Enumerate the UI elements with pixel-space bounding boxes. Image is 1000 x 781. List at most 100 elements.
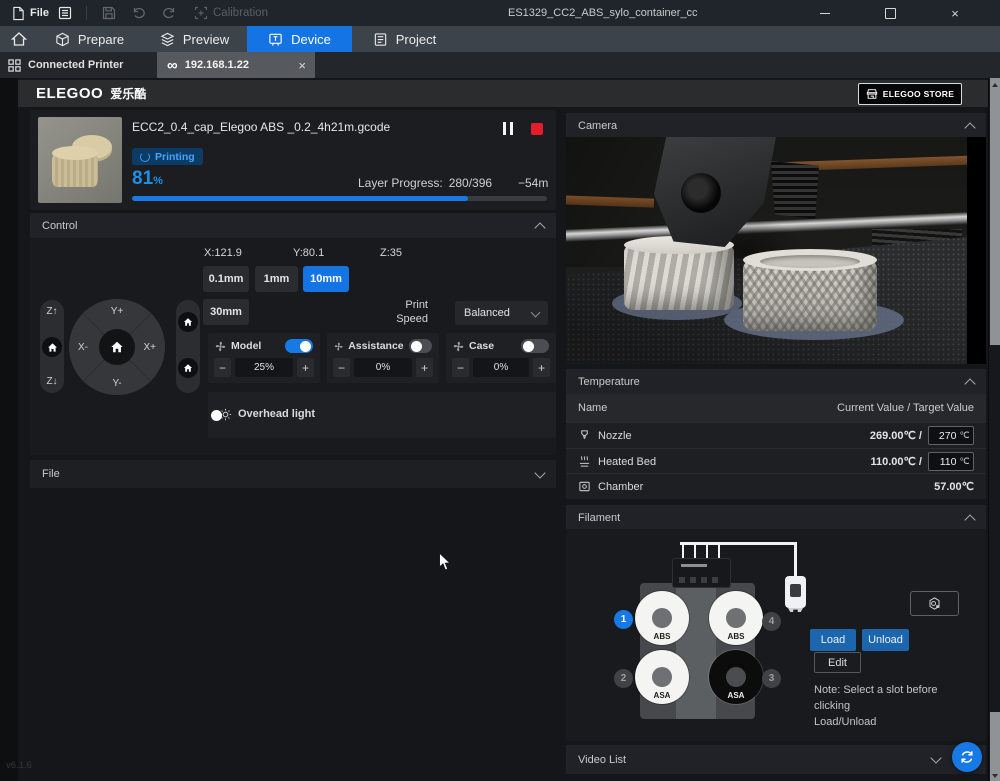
overhead-light-row: Overhead light: [208, 392, 556, 438]
filament-slot-4-spool[interactable]: ABS: [709, 591, 763, 645]
fan-model-toggle[interactable]: [285, 339, 313, 353]
fan-assistance-toggle[interactable]: [409, 339, 432, 353]
redo-button[interactable]: [158, 0, 180, 26]
calibration-button[interactable]: Calibration: [190, 0, 272, 26]
camera-section-header[interactable]: Camera: [566, 113, 986, 138]
pause-button[interactable]: [500, 122, 516, 136]
filament-slot-2-spool[interactable]: ASA: [635, 650, 689, 704]
printed-part-left: [624, 244, 734, 310]
home-actions-pill: [176, 300, 200, 393]
tab-device-label: Device: [291, 32, 331, 47]
filament-config-icon: [927, 596, 942, 611]
tab-project[interactable]: Project: [352, 26, 457, 52]
fan-assistance-minus-button[interactable]: −: [333, 358, 350, 377]
fan-case-plus-button[interactable]: +: [533, 358, 550, 377]
slot-badge-4[interactable]: 4: [762, 612, 781, 631]
video-list-title: Video List: [578, 754, 626, 766]
connected-printer-button[interactable]: Connected Printer: [8, 52, 123, 78]
fan-case-value[interactable]: 0%: [473, 358, 529, 377]
control-title: Control: [42, 220, 77, 232]
tab-preview[interactable]: Preview: [142, 26, 247, 52]
heated-bed-icon: [578, 455, 591, 468]
bed-target-input[interactable]: ℃: [928, 452, 974, 471]
printed-part-right: [743, 259, 877, 331]
right-scrollbar[interactable]: [988, 78, 1000, 781]
close-button[interactable]: ×: [940, 0, 970, 26]
z-down-button[interactable]: Z↓: [40, 376, 64, 387]
printer-tab-close-icon[interactable]: ×: [298, 58, 306, 73]
x-minus-button[interactable]: X-: [78, 342, 88, 353]
tab-prepare[interactable]: Prepare: [37, 26, 142, 52]
edit-button[interactable]: Edit: [814, 652, 861, 673]
scroll-up-arrow[interactable]: [990, 78, 1000, 91]
overhead-light-label: Overhead light: [238, 408, 315, 420]
chevron-down-icon: [531, 307, 541, 317]
filament-slot-3-spool[interactable]: ASA: [709, 650, 763, 704]
step-30mm-button[interactable]: 30mm: [203, 299, 249, 325]
scrollbar-thumb-lower[interactable]: [990, 712, 1000, 769]
scroll-down-arrow[interactable]: [990, 769, 1000, 781]
temperature-row-chamber: Chamber 57.00℃: [566, 473, 986, 499]
control-section-header[interactable]: Control: [30, 213, 556, 238]
z-home-button[interactable]: [42, 337, 62, 357]
slot-badge-2[interactable]: 2: [614, 669, 633, 688]
fan-model-value[interactable]: 25%: [235, 358, 293, 377]
status-badge: Printing: [132, 148, 203, 165]
nozzle-target-input[interactable]: ℃: [928, 426, 974, 445]
minimize-icon: [820, 13, 830, 14]
brand-name-cn: 爱乐酷: [110, 85, 146, 102]
file-menu[interactable]: File: [8, 0, 53, 26]
tab-device[interactable]: Device: [247, 26, 352, 52]
home-all-button[interactable]: [178, 312, 198, 332]
left-edge-strip: [0, 78, 18, 781]
app-window: File Calibration ES1329_CC2_ABS_sylo_con…: [0, 0, 1000, 781]
slot-badge-1[interactable]: 1: [614, 610, 633, 629]
fan-model-plus-button[interactable]: +: [297, 358, 314, 377]
bed-current-temp: 110.00℃ /: [870, 455, 922, 468]
printer-tab-active[interactable]: ∞ 192.168.1.22 ×: [157, 52, 315, 78]
fan-model-box: Model − 25% +: [208, 333, 320, 383]
x-plus-button[interactable]: X+: [143, 342, 156, 353]
y-plus-button[interactable]: Y+: [69, 306, 165, 317]
fan-model-minus-button[interactable]: −: [214, 358, 231, 377]
maximize-button[interactable]: [875, 0, 905, 26]
status-label: Printing: [155, 151, 195, 163]
fan-case-toggle[interactable]: [521, 339, 549, 353]
file-section-header[interactable]: File: [30, 460, 556, 488]
stop-button[interactable]: [531, 123, 543, 135]
temperature-section-header[interactable]: Temperature: [566, 369, 986, 394]
z-up-button[interactable]: Z↑: [40, 306, 64, 317]
calibration-label: Calibration: [213, 7, 268, 19]
nav-home-button[interactable]: [0, 26, 37, 52]
filament-section-header[interactable]: Filament: [566, 505, 986, 530]
scrollbar-thumb[interactable]: [990, 91, 1000, 345]
fan-assistance-value[interactable]: 0%: [354, 358, 412, 377]
notes-button[interactable]: [54, 0, 76, 26]
step-1mm-button[interactable]: 1mm: [255, 266, 298, 292]
load-button[interactable]: Load: [810, 629, 856, 651]
filament-settings-button[interactable]: [910, 591, 959, 616]
file-menu-label: File: [30, 7, 49, 19]
print-speed-label: Print Speed: [382, 298, 428, 326]
home-nozzle-button[interactable]: [178, 358, 198, 378]
slot-badge-3[interactable]: 3: [762, 669, 781, 688]
layer-progress-label: Layer Progress:: [358, 176, 443, 190]
filament-slot-1-spool[interactable]: ABS: [635, 591, 689, 645]
minimize-button[interactable]: [810, 0, 840, 26]
step-0.1mm-button[interactable]: 0.1mm: [203, 266, 249, 292]
y-minus-button[interactable]: Y-: [69, 378, 165, 389]
undo-button[interactable]: [128, 0, 150, 26]
refresh-button[interactable]: [952, 742, 982, 772]
video-list-section-header[interactable]: Video List: [566, 745, 986, 774]
save-button[interactable]: [98, 0, 120, 26]
print-speed-dropdown[interactable]: Balanced: [455, 301, 548, 325]
xy-home-button[interactable]: [99, 329, 135, 365]
elegoo-store-button[interactable]: ELEGOO STORE: [858, 83, 962, 105]
fan-case-box: Case − 0% +: [446, 333, 556, 383]
fan-case-minus-button[interactable]: −: [452, 358, 469, 377]
z-axis-pill: Z↑ Z↓: [40, 300, 64, 393]
unload-button[interactable]: Unload: [862, 629, 909, 651]
chevron-down-icon: [930, 752, 941, 763]
step-10mm-button[interactable]: 10mm: [303, 266, 349, 292]
fan-assistance-plus-button[interactable]: +: [416, 358, 433, 377]
